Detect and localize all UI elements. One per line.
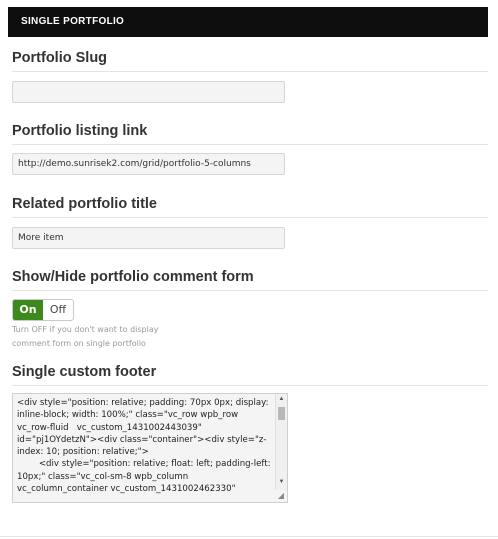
divider	[12, 71, 488, 72]
related-portfolio-title-label: Related portfolio title	[12, 196, 157, 212]
custom-footer-label: Single custom footer	[12, 364, 157, 380]
divider	[12, 290, 488, 291]
resize-grip-icon[interactable]: ◢	[275, 490, 287, 502]
section-header: SINGLE PORTFOLIO	[8, 7, 488, 37]
portfolio-listing-link-label: Portfolio listing link	[12, 123, 148, 139]
custom-footer-textarea-wrapper: <div style="position: relative; padding:…	[12, 393, 288, 503]
divider	[12, 144, 488, 145]
scroll-up-arrow-icon[interactable]: ▲	[276, 394, 287, 405]
scroll-down-arrow-icon[interactable]: ▼	[276, 477, 287, 488]
scroll-thumb[interactable]	[278, 407, 285, 420]
portfolio-slug-label: Portfolio Slug	[12, 50, 108, 66]
custom-footer-textarea[interactable]: <div style="position: relative; padding:…	[13, 394, 275, 502]
toggle-off-option[interactable]: Off	[43, 300, 73, 320]
comment-form-toggle[interactable]: On Off	[12, 299, 74, 321]
portfolio-listing-link-input[interactable]	[12, 153, 285, 175]
toggle-on-option[interactable]: On	[13, 300, 43, 320]
related-portfolio-title-input[interactable]	[12, 227, 285, 249]
textarea-scrollbar[interactable]: ▲ ▼	[275, 394, 287, 502]
divider	[0, 536, 498, 537]
portfolio-slug-input[interactable]	[12, 81, 285, 103]
section-header-title: SINGLE PORTFOLIO	[21, 16, 125, 27]
comment-form-toggle-label: Show/Hide portfolio comment form	[12, 269, 254, 285]
divider	[12, 385, 488, 386]
comment-form-hint: Turn OFF if you don't want to display co…	[12, 325, 159, 348]
divider	[12, 217, 488, 218]
